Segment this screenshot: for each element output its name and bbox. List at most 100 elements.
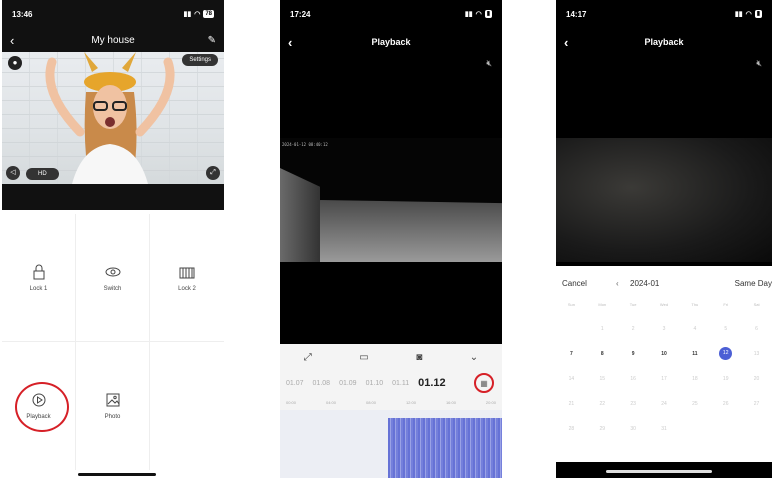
weekday-label: Mon — [598, 302, 607, 307]
weekday-label: Thu — [691, 302, 699, 307]
weekday-header: Sun Mon Tue Wed Thu Fri Sat — [556, 302, 772, 307]
speaker-icon[interactable]: ◁ — [6, 166, 20, 180]
status-icons: ▮▮ ◠ 78 — [183, 10, 214, 18]
calendar-day[interactable]: 11 — [679, 351, 710, 357]
calendar-day[interactable]: 28 — [556, 426, 587, 432]
recording-timeline[interactable] — [280, 410, 502, 478]
grid-item-switch[interactable]: Switch — [76, 214, 150, 342]
weekday-label: Wed — [659, 302, 669, 307]
grid-item-photo[interactable]: Photo — [76, 342, 150, 470]
nav-header: ‹ My house ✎ — [2, 30, 224, 50]
status-time: 17:24 — [290, 9, 311, 19]
record-icon[interactable]: ▭ — [359, 352, 368, 363]
timeline-label: 08:00 — [365, 400, 376, 405]
calendar-day[interactable]: 4 — [679, 326, 710, 332]
collapse-icon[interactable]: ⌄ — [470, 352, 478, 363]
calendar-day[interactable]: 25 — [679, 401, 710, 407]
back-icon[interactable]: ‹ — [288, 35, 292, 50]
date-strip: 01.07 01.08 01.09 01.10 01.11 01.12 — [280, 374, 502, 392]
calendar-day[interactable]: 29 — [587, 426, 618, 432]
calendar-day[interactable]: 31 — [649, 426, 680, 432]
calendar-day[interactable]: 7 — [556, 351, 587, 357]
signal-icon: ▮▮ — [183, 11, 192, 18]
calendar-day[interactable]: 14 — [556, 376, 587, 382]
recorded-segment — [388, 418, 502, 478]
calendar-day[interactable]: 15 — [587, 376, 618, 382]
playback-video[interactable]: 2024-01-12 08:40:12 — [280, 138, 502, 262]
selected-date[interactable]: 01.12 — [418, 377, 446, 389]
status-time: 14:17 — [566, 9, 587, 19]
settings-button[interactable]: Settings — [182, 54, 218, 66]
weekday-label: Sun — [567, 302, 575, 307]
calendar-day[interactable]: 30 — [618, 426, 649, 432]
timeline-label: 00:00 — [286, 400, 297, 405]
video-bottom-bar — [2, 184, 224, 210]
same-day-button[interactable]: Same Day — [735, 279, 772, 288]
edit-icon[interactable]: ✎ — [208, 35, 216, 46]
calendar-day[interactable]: 6 — [741, 326, 772, 332]
cancel-button[interactable]: Cancel — [562, 279, 587, 288]
date-item[interactable]: 01.11 — [392, 380, 409, 387]
calendar-day[interactable]: 12 — [710, 347, 741, 360]
selected-day[interactable]: 12 — [719, 347, 733, 360]
calendar-day[interactable]: 19 — [710, 376, 741, 382]
grid-item-label: Lock 2 — [178, 285, 196, 292]
calendar-day[interactable]: 10 — [649, 351, 680, 357]
calendar-day[interactable]: 5 — [710, 326, 741, 332]
nav-header: ‹ Playback — [280, 34, 502, 50]
status-bar: 14:17 ▮▮ ◠ ▮ — [556, 0, 772, 28]
page-title: My house — [91, 34, 135, 46]
grid-item-lock-2[interactable]: Lock 2 — [150, 214, 224, 342]
calendar-day[interactable]: 2 — [618, 326, 649, 332]
calendar-day[interactable]: 24 — [649, 401, 680, 407]
hd-button[interactable]: HD — [26, 168, 59, 180]
battery-icon: ▮ — [754, 10, 762, 18]
fullscreen-icon[interactable]: ⤢ — [206, 166, 220, 180]
calendar-day[interactable]: 20 — [741, 376, 772, 382]
status-icons: ▮▮ ◠ ▮ — [735, 10, 762, 18]
gate-icon — [179, 267, 195, 278]
lock-icon — [33, 264, 44, 279]
calendar-day[interactable]: 23 — [618, 401, 649, 407]
calendar-days: 1 2 3 4 5 6 7 8 9 10 11 12 13 14 15 16 17 18 19 20 21 22 23 24 2… — [556, 316, 772, 441]
calendar-icon[interactable]: ▦ — [474, 373, 494, 393]
phone-home-screen: 13:46 ▮▮ ◠ 78 ‹ My house ✎ ● Settings ◁ — [2, 0, 224, 478]
calendar-day[interactable]: 9 — [618, 351, 649, 357]
date-item[interactable]: 01.08 — [313, 380, 331, 387]
mute-icon[interactable]: 🔇︎ — [486, 58, 492, 69]
timeline-label: 16:00 — [445, 400, 456, 405]
calendar-day[interactable]: 26 — [710, 401, 741, 407]
scene-wall — [280, 168, 320, 262]
calendar-day[interactable]: 8 — [587, 351, 618, 357]
calendar-day[interactable]: 17 — [649, 376, 680, 382]
calendar-day[interactable]: 22 — [587, 401, 618, 407]
home-indicator — [78, 473, 156, 476]
calendar-day[interactable]: 13 — [741, 351, 772, 357]
date-item[interactable]: 01.10 — [366, 380, 384, 387]
calendar-day[interactable]: 21 — [556, 401, 587, 407]
person-figure — [45, 52, 175, 184]
playback-video[interactable] — [556, 138, 772, 262]
camera-icon[interactable]: ◙ — [416, 352, 422, 363]
calendar-day[interactable]: 27 — [741, 401, 772, 407]
action-grid: Lock 1 Switch Lock 2 Playback Photo — [2, 214, 224, 474]
calendar-day[interactable]: 3 — [649, 326, 680, 332]
playback-controls: ⤢ ▭ ◙ ⌄ 01.07 01.08 01.09 01.10 01.11 01… — [280, 344, 502, 478]
wifi-icon: ◠ — [475, 11, 482, 18]
calendar-day[interactable]: 16 — [618, 376, 649, 382]
video-timestamp: 2024-01-12 08:40:12 — [282, 142, 328, 147]
live-video[interactable]: ● Settings ◁ HD ⤢ — [2, 52, 224, 184]
chevron-left-icon[interactable]: ‹ — [616, 279, 619, 288]
date-item[interactable]: 01.09 — [339, 380, 357, 387]
fullscreen-icon[interactable]: ⤢ — [304, 352, 312, 363]
nav-header: ‹ Playback — [556, 34, 772, 50]
wifi-icon: ◠ — [194, 11, 201, 18]
calendar-day[interactable]: 18 — [679, 376, 710, 382]
lock-status-icon[interactable]: ● — [8, 56, 22, 70]
mute-icon[interactable]: 🔇︎ — [756, 58, 762, 69]
back-icon[interactable]: ‹ — [564, 35, 568, 50]
calendar-day[interactable]: 1 — [587, 326, 618, 332]
back-icon[interactable]: ‹ — [10, 33, 14, 48]
date-item[interactable]: 01.07 — [286, 380, 304, 387]
grid-item-lock-1[interactable]: Lock 1 — [2, 214, 76, 342]
